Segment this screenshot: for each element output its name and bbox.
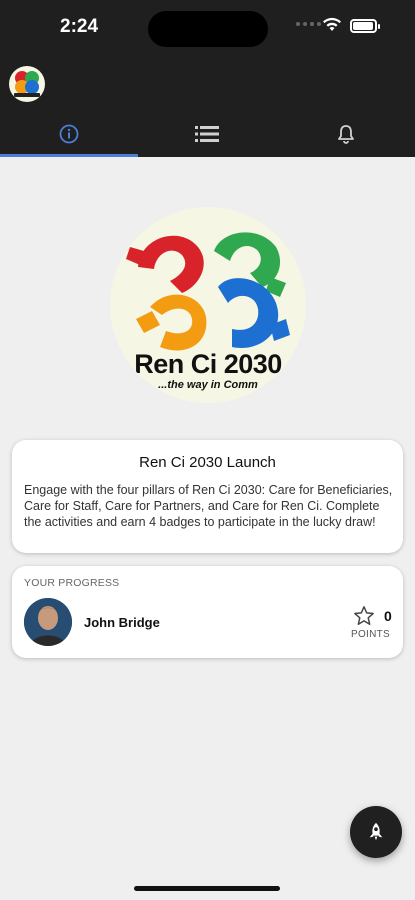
info-icon [59, 124, 79, 143]
app-logo[interactable] [9, 66, 45, 102]
tab-list[interactable] [138, 110, 276, 157]
bell-icon [337, 124, 354, 144]
avatar [24, 598, 72, 646]
status-time: 2:24 [60, 16, 99, 37]
user-avatar-icon [24, 598, 72, 646]
tab-info[interactable] [0, 110, 139, 157]
status-bar: 2:24 [0, 0, 415, 60]
star-icon [354, 606, 374, 625]
dynamic-island [148, 11, 268, 47]
home-indicator [134, 886, 280, 891]
tab-bar [0, 110, 415, 157]
hero-logo: Ren Ci 2030 ...the way in Comm [110, 207, 306, 403]
hero-logo-tagline: ...the way in Comm [158, 379, 258, 391]
user-name: John Bridge [84, 615, 160, 630]
progress-label: YOUR PROGRESS [24, 577, 120, 589]
progress-card[interactable]: YOUR PROGRESS John Bridge 0 POINTS [12, 566, 403, 658]
tab-notifications[interactable] [277, 110, 415, 157]
app-logo-icon [14, 71, 40, 97]
wifi-icon [323, 17, 341, 31]
points-value: 0 [384, 608, 392, 624]
battery-icon [350, 19, 380, 33]
event-description: Engage with the four pillars of Ren Ci 2… [24, 483, 393, 529]
signal-icon [296, 22, 321, 26]
list-icon [195, 125, 220, 142]
points-label: POINTS [351, 629, 391, 640]
rocket-fab-button[interactable] [350, 806, 402, 858]
app-header [0, 60, 415, 110]
event-title: Ren Ci 2030 Launch [139, 454, 276, 471]
event-info-card: Ren Ci 2030 Launch Engage with the four … [12, 440, 403, 553]
rocket-icon [369, 822, 383, 841]
hero-logo-title: Ren Ci 2030 [134, 349, 282, 379]
